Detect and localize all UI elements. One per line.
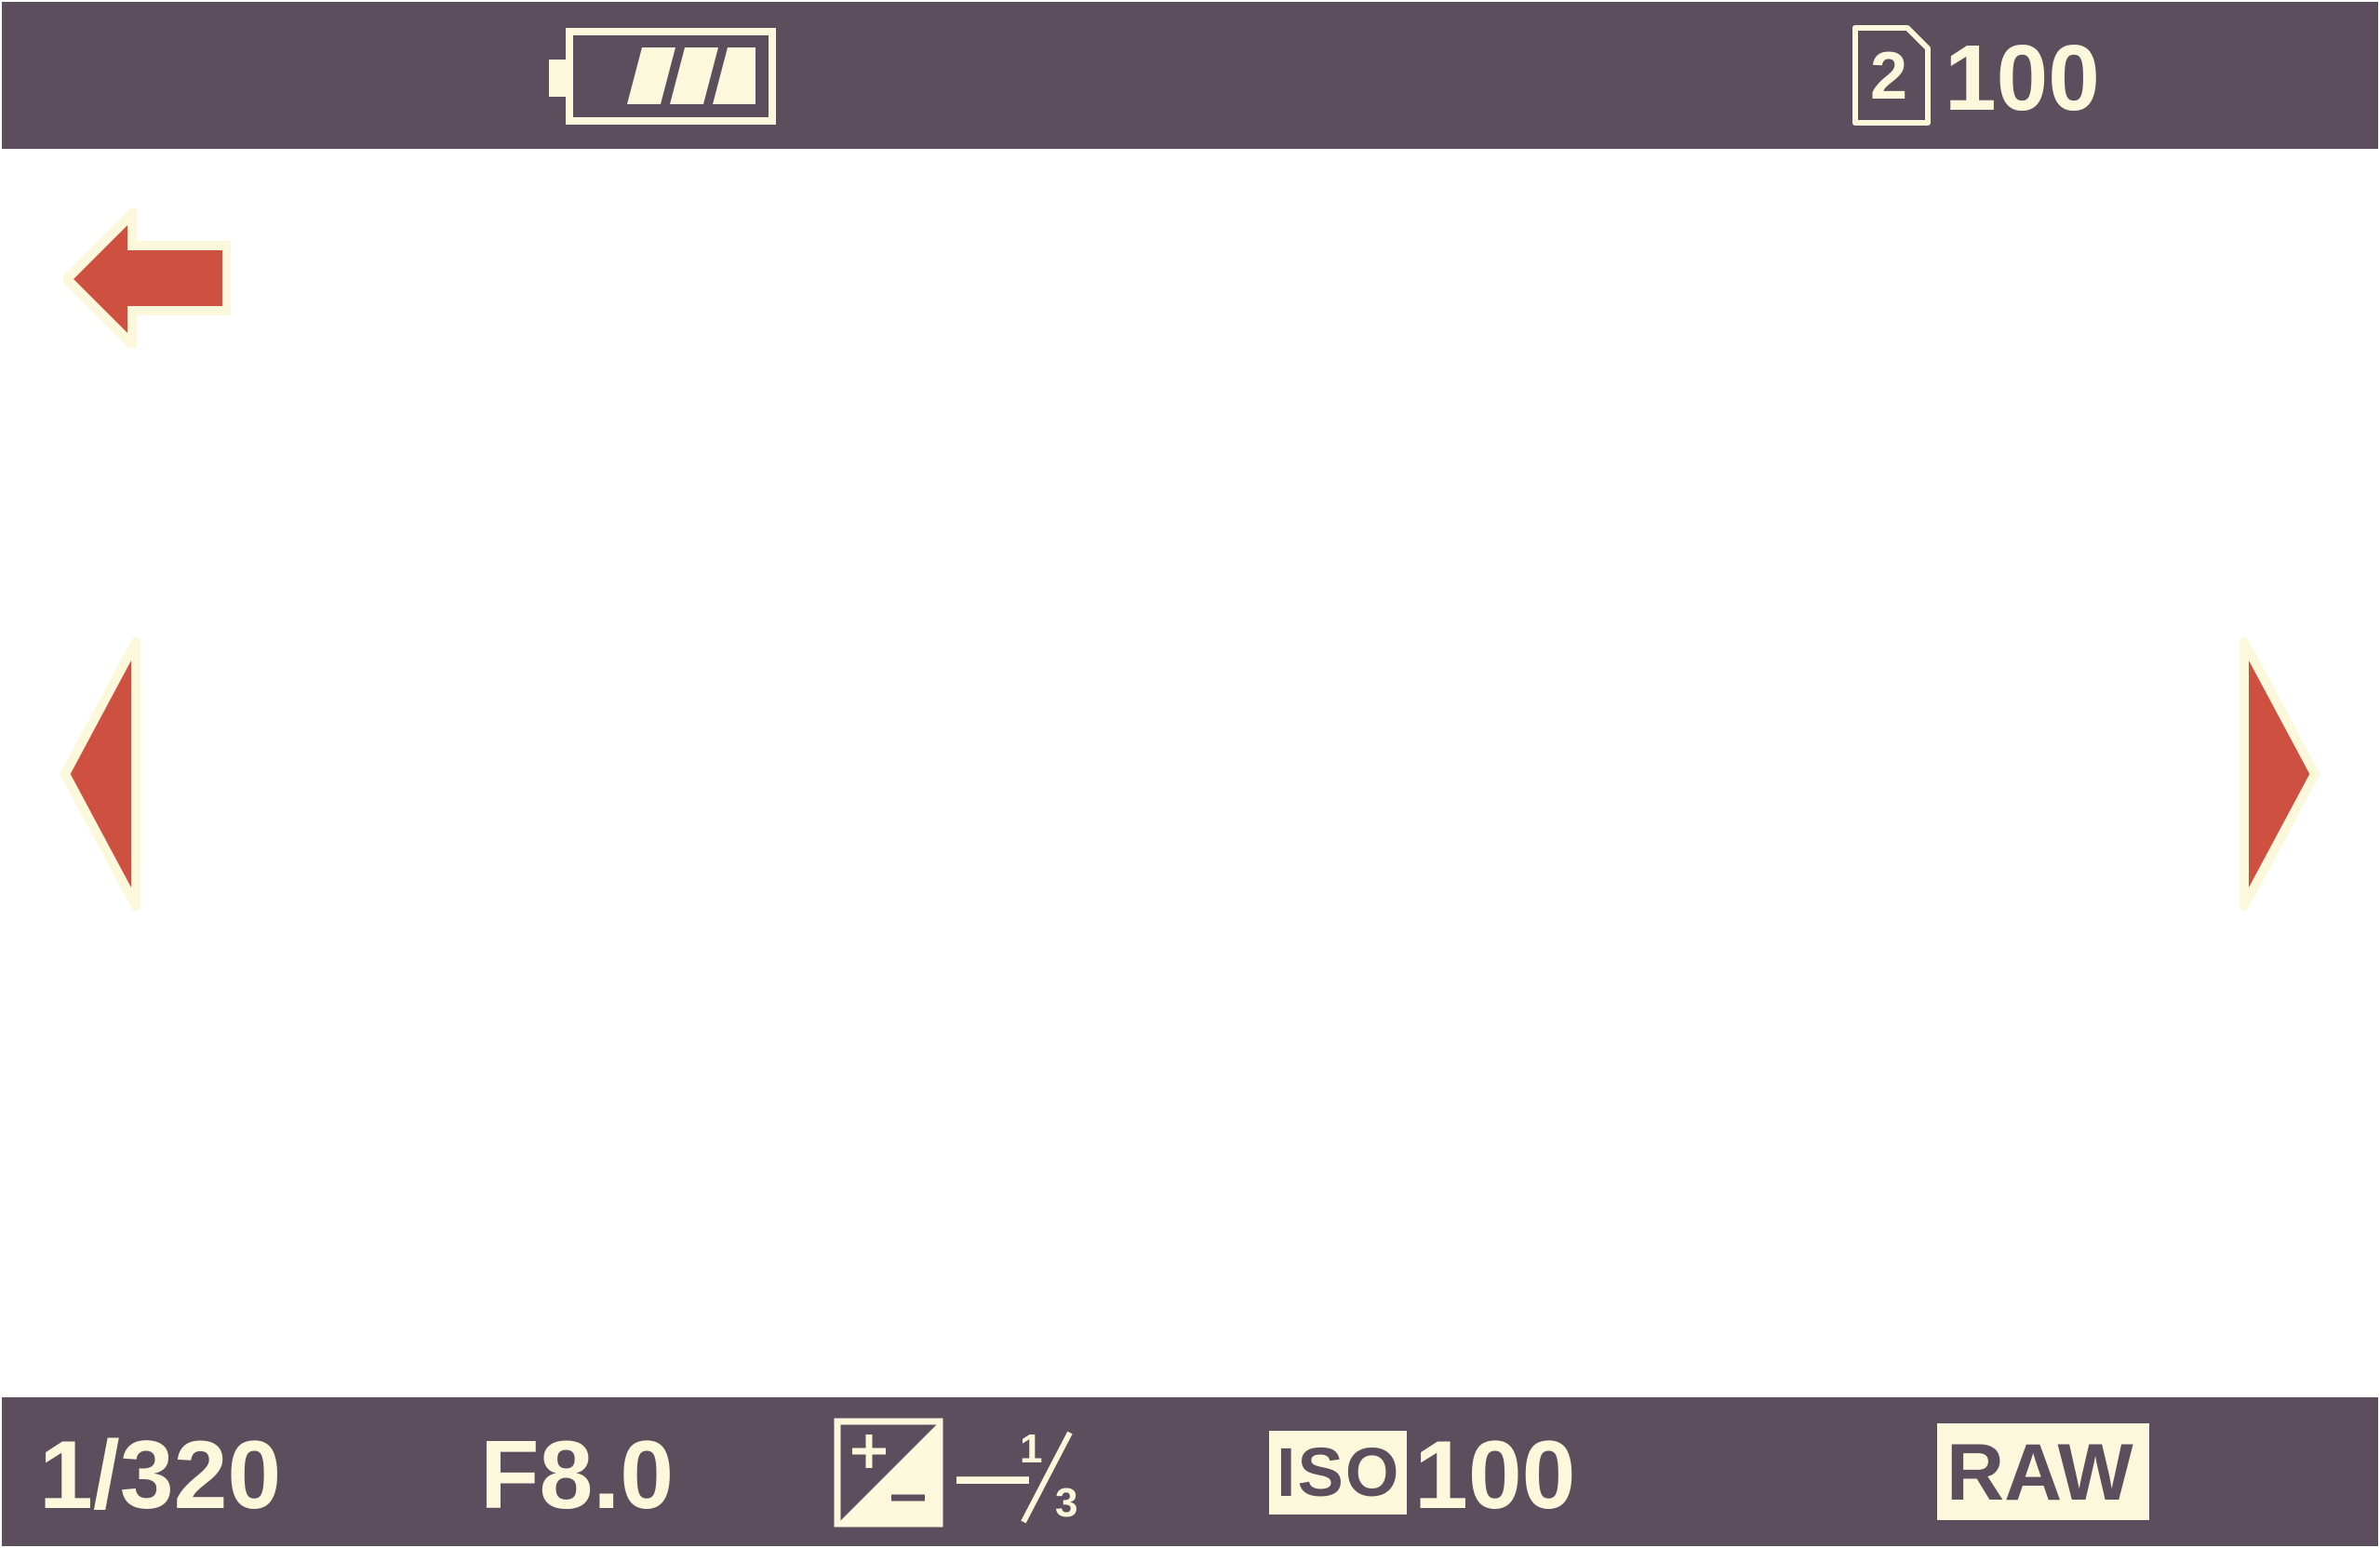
- top-status-bar: 2 100: [2, 2, 2378, 149]
- aperture: F8.0: [480, 1421, 675, 1529]
- previous-image-button[interactable]: [58, 636, 147, 912]
- triangle-right-icon: [2240, 637, 2320, 911]
- iso-badge-text: ISO: [1277, 1434, 1401, 1511]
- iso-badge: ISO: [1269, 1431, 1407, 1515]
- memory-card-slot: 2: [1870, 39, 1908, 113]
- back-arrow-icon: [63, 208, 231, 348]
- shutter-speed: 1/320: [39, 1421, 282, 1529]
- exposure-compensation-icon: [834, 1418, 943, 1528]
- file-format: RAW: [1946, 1428, 2133, 1517]
- bottom-info-bar: 1/320 F8.0 — 1 3 ISO 100 RAW: [2, 1397, 2378, 1546]
- triangle-left-icon: [60, 637, 140, 911]
- exposure-compensation-denominator: 3: [1055, 1480, 1078, 1526]
- raw-badge: RAW: [1937, 1423, 2149, 1520]
- back-button[interactable]: [63, 208, 231, 348]
- remaining-shots: 100: [1945, 26, 2100, 130]
- next-image-button[interactable]: [2233, 636, 2322, 912]
- battery-icon: [549, 28, 776, 127]
- iso-value: 100: [1414, 1421, 1576, 1529]
